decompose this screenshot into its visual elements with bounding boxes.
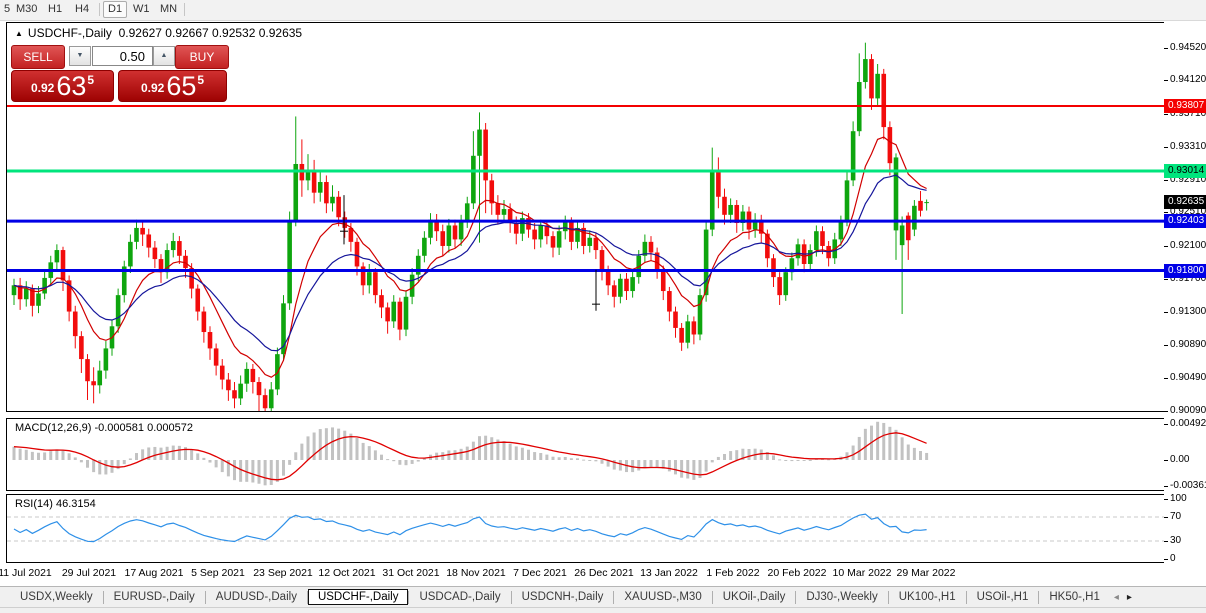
chart-tab-xauusd-m30[interactable]: XAUUSD-,M30 (614, 590, 711, 604)
axis-tick-mark (1164, 279, 1168, 280)
axis-tick-mark (1164, 460, 1168, 461)
buy-price-display[interactable]: 0.92655 (118, 70, 227, 102)
timeframe-button-h4[interactable]: H4 (71, 2, 93, 17)
volume-decrease-button[interactable]: ▼ (69, 46, 91, 66)
buy-price-pipette: 5 (197, 73, 204, 87)
axis-tick-mark (1164, 411, 1168, 412)
price-level-badge: 0.91800 (1164, 264, 1206, 278)
sell-price-pipette: 5 (87, 73, 94, 87)
timeframe-button-h1[interactable]: H1 (44, 2, 66, 17)
date-tick-label: 29 Mar 2022 (886, 567, 966, 579)
macd-label: MACD(12,26,9) -0.000581 0.000572 (15, 422, 193, 434)
rsi-label: RSI(14) 46.3154 (15, 498, 96, 510)
axis-tick-mark (1164, 180, 1168, 181)
axis-tick-mark (1164, 48, 1168, 49)
timeframe-toolbar: 5 M30 H1 H4 D1 W1 MN (0, 0, 1206, 21)
timeframe-button-m30[interactable]: M30 (12, 2, 41, 17)
rsi-tick-label: 100 (1164, 493, 1206, 505)
main-chart-panel: ▲ USDCHF-,Daily 0.92627 0.92667 0.92532 0… (6, 22, 1165, 412)
sell-button[interactable]: SELL (11, 45, 65, 69)
price-tick-label: 0.94520 (1164, 42, 1206, 54)
date-axis: 11 Jul 202129 Jul 202117 Aug 20215 Sep 2… (6, 564, 1164, 584)
rsi-tick-label: 70 (1164, 511, 1206, 523)
timeframe-button-d1[interactable]: D1 (103, 1, 127, 18)
chart-tab-usdcnh-daily[interactable]: USDCNH-,Daily (512, 590, 614, 604)
price-axis: 0.945200.941200.937100.933100.929100.925… (1164, 22, 1206, 584)
timeframe-button-w1[interactable]: W1 (129, 2, 154, 17)
volume-input[interactable] (92, 46, 153, 66)
price-level-badge: 0.93014 (1164, 164, 1206, 178)
sell-price-big: 63 (56, 74, 86, 98)
rsi-tick-label: 30 (1164, 535, 1206, 547)
buy-button[interactable]: BUY (175, 45, 229, 69)
axis-tick-mark (1164, 486, 1168, 487)
chart-tab-usdchf-daily[interactable]: USDCHF-,Daily (308, 589, 409, 605)
price-tick-label: 0.93310 (1164, 141, 1206, 153)
price-tick-label: 0.94120 (1164, 74, 1206, 86)
price-level-badge: 0.92403 (1164, 214, 1206, 228)
chart-ohlc-values: 0.92627 0.92667 0.92532 0.92635 (119, 26, 303, 40)
axis-tick-mark (1164, 345, 1168, 346)
buy-price-big: 65 (166, 74, 196, 98)
macd-tick-label: 0.00 (1164, 454, 1206, 466)
price-level-badge: 0.92635 (1164, 195, 1206, 209)
timeframe-button-mn[interactable]: MN (156, 2, 181, 17)
one-click-trade-panel: SELL ▼ ▲ BUY 0.92635 0.92655 (11, 45, 227, 103)
price-tick-label: 0.90890 (1164, 339, 1206, 351)
buy-price-prefix: 0.92 (141, 81, 164, 95)
chart-tab-dj30-weekly[interactable]: DJ30-,Weekly (796, 590, 887, 604)
chart-tab-usoil-h1[interactable]: USOil-,H1 (967, 590, 1039, 604)
chart-tab-ukoil-daily[interactable]: UKOil-,Daily (713, 590, 796, 604)
axis-tick-mark (1164, 114, 1168, 115)
macd-tick-label: -0.003615 (1164, 480, 1206, 492)
rsi-indicator-panel: RSI(14) 46.3154 (6, 494, 1165, 563)
axis-tick-mark (1164, 312, 1168, 313)
trading-platform-window: 5 M30 H1 H4 D1 W1 MN ▲ USDCHF-,Daily 0.92… (0, 0, 1206, 613)
chart-title: ▲ USDCHF-,Daily 0.92627 0.92667 0.92532 0… (15, 26, 302, 40)
collapse-trade-panel-icon[interactable]: ▲ (15, 29, 23, 38)
axis-tick-mark (1164, 424, 1168, 425)
tab-scroll-right-icon[interactable]: ▸ (1123, 592, 1136, 603)
chart-tab-usdcad-daily[interactable]: USDCAD-,Daily (409, 590, 510, 604)
chart-tab-uk100-h1[interactable]: UK100-,H1 (889, 590, 966, 604)
bottom-strip (0, 607, 1206, 613)
price-tick-label: 0.90490 (1164, 372, 1206, 384)
axis-tick-mark (1164, 147, 1168, 148)
chart-tab-hk50-h1[interactable]: HK50-,H1 (1039, 590, 1110, 604)
chart-tab-bar: USDX,WeeklyEURUSD-,DailyAUDUSD-,DailyUSD… (0, 586, 1206, 607)
axis-tick-mark (1164, 559, 1168, 560)
axis-tick-mark (1164, 80, 1168, 81)
rsi-tick-label: 0 (1164, 553, 1206, 565)
chart-tab-usdx-weekly[interactable]: USDX,Weekly (10, 590, 103, 604)
price-tick-label: 0.92100 (1164, 240, 1206, 252)
volume-increase-button[interactable]: ▲ (153, 46, 175, 66)
axis-tick-mark (1164, 499, 1168, 500)
sell-price-display[interactable]: 0.92635 (11, 70, 114, 102)
tab-scroll-left-icon[interactable]: ◂ (1110, 592, 1123, 603)
axis-tick-mark (1164, 246, 1168, 247)
macd-tick-label: 0.004926 (1164, 418, 1206, 430)
price-tick-label: 0.90090 (1164, 405, 1206, 417)
price-level-badge: 0.93807 (1164, 99, 1206, 113)
axis-tick-mark (1164, 541, 1168, 542)
macd-indicator-panel: MACD(12,26,9) -0.000581 0.000572 (6, 418, 1165, 491)
axis-tick-mark (1164, 378, 1168, 379)
sell-price-prefix: 0.92 (31, 81, 54, 95)
toolbar-separator (99, 3, 100, 16)
price-tick-label: 0.91300 (1164, 306, 1206, 318)
chart-tab-audusd-daily[interactable]: AUDUSD-,Daily (206, 590, 307, 604)
chart-tab-eurusd-daily[interactable]: EURUSD-,Daily (104, 590, 205, 604)
toolbar-separator (184, 3, 185, 16)
chart-symbol-label: USDCHF-,Daily (28, 26, 112, 40)
rsi-chart-canvas (7, 495, 1164, 562)
axis-tick-mark (1164, 517, 1168, 518)
